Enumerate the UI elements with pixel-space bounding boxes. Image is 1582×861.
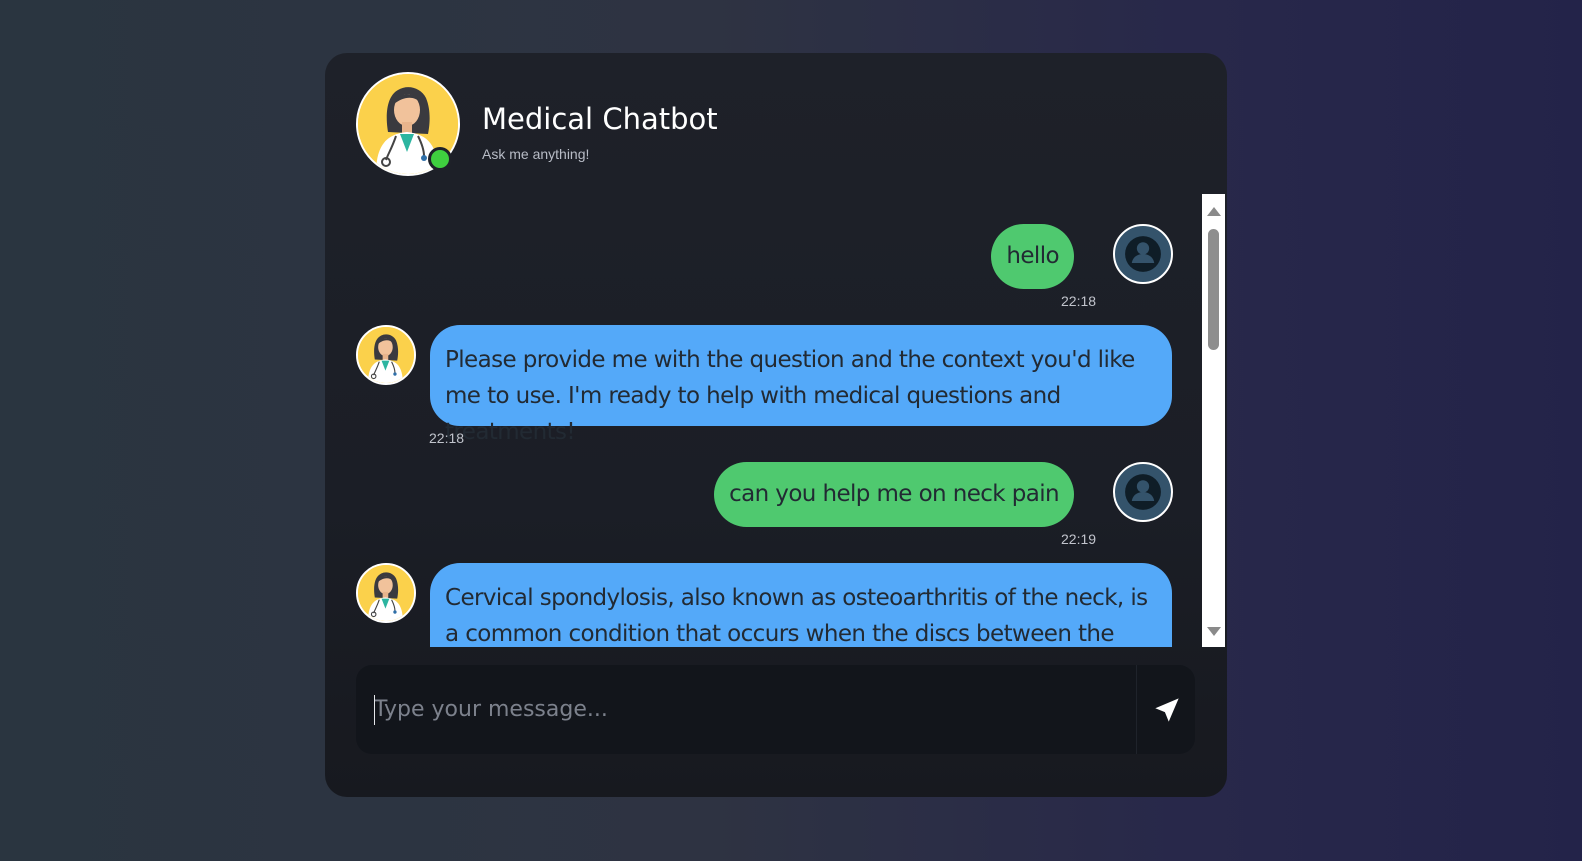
user-message-bubble: can you help me on neck pain <box>714 462 1074 527</box>
bot-message-bubble: Please provide me with the question and … <box>430 325 1172 445</box>
chat-header: Medical Chatbot Ask me anything! <box>356 72 856 178</box>
online-status-indicator <box>428 147 452 171</box>
user-avatar <box>1113 462 1173 522</box>
bot-message-bubble: Cervical spondylosis, also known as oste… <box>430 563 1172 647</box>
send-icon <box>1154 697 1179 722</box>
scrollbar[interactable] <box>1202 194 1225 647</box>
scroll-down-arrow-icon[interactable] <box>1207 627 1221 636</box>
chat-window: Medical Chatbot Ask me anything! hello 2… <box>325 53 1227 797</box>
user-message-bubble: hello <box>991 224 1074 289</box>
header-subtitle: Ask me anything! <box>482 146 590 162</box>
user-avatar <box>1113 224 1173 284</box>
message-timestamp: 22:18 <box>429 430 465 446</box>
page-title: Medical Chatbot <box>482 102 718 136</box>
scrollbar-thumb[interactable] <box>1208 229 1219 350</box>
send-button[interactable] <box>1138 665 1195 754</box>
message-composer <box>356 665 1195 754</box>
text-caret <box>374 695 375 725</box>
message-list[interactable]: hello 22:18 Please provide me with the q… <box>325 194 1202 647</box>
message-timestamp: 22:19 <box>1061 531 1097 547</box>
bot-avatar <box>356 325 416 385</box>
scroll-up-arrow-icon[interactable] <box>1207 207 1221 216</box>
bot-avatar <box>356 563 416 623</box>
message-timestamp: 22:18 <box>1061 293 1097 309</box>
message-input[interactable] <box>356 665 1137 754</box>
